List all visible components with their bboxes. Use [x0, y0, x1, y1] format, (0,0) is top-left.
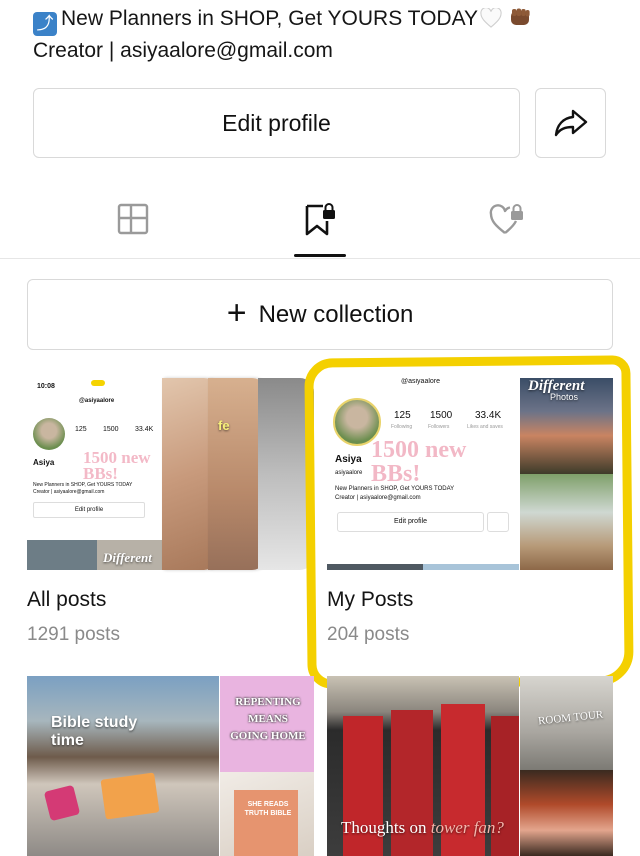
my-posts-thumb-profile: @asiyaalore 125 1500 33.4K Following Fol…	[327, 378, 519, 570]
preview-time: 10:08	[37, 383, 55, 390]
preview-following-label: Following	[391, 424, 413, 430]
collection-count: 1291 posts	[27, 624, 120, 645]
bio-line-1: ⤴ New Planners in SHOP, Get YOURS TODAY	[33, 4, 532, 36]
preview-followers: 1500	[103, 426, 119, 433]
collection-title: My Posts	[327, 588, 414, 611]
profile-tabs	[0, 180, 640, 259]
sushi-thumb	[520, 770, 613, 856]
preview-likes-label: Likes and saves	[467, 424, 503, 430]
photos-text: Photos	[550, 392, 579, 402]
preview-bio: New Planners in SHOP, Get YOURS TODAY	[33, 482, 133, 488]
bio-line-2: Creator | asiyaalore@gmail.com	[33, 39, 333, 62]
return-arrow-icon: ⤴	[33, 12, 57, 36]
tab-likes[interactable]	[447, 180, 567, 258]
bible-study-text: Bible study time	[51, 714, 138, 749]
preview-different-text: Different	[103, 550, 152, 565]
repenting-text: REPENTING MEANS GOING HOME	[230, 696, 306, 742]
profile-bio: ⤴ New Planners in SHOP, Get YOURS TODAY C…	[33, 4, 532, 65]
preview-creator: Creator | asiyaalore@gmail.com	[335, 495, 421, 501]
preview-following: 125	[75, 426, 87, 433]
edit-profile-button[interactable]: Edit profile	[33, 88, 520, 158]
preview-handle: @asiyaalore	[79, 398, 115, 404]
all-posts-thumb-profile: 10:08 @asiyaalore 125 1500 33.4K Asiya 1…	[27, 378, 172, 570]
collection-title: All posts	[27, 588, 107, 611]
preview-bio: New Planners in SHOP, Get YOURS TODAY	[335, 486, 455, 492]
preview-edit-button: Edit profile	[337, 512, 484, 532]
room-tour-thumb: ROOM TOUR	[520, 676, 613, 770]
share-profile-button[interactable]	[535, 88, 606, 158]
white-heart-icon	[480, 8, 502, 28]
active-tab-indicator	[294, 254, 346, 257]
all-posts-thumb-box	[258, 378, 314, 570]
she-reads-text: SHE READS TRUTH BIBLE	[244, 801, 292, 817]
tab-collections[interactable]	[260, 180, 380, 258]
preview-overlay: 1500 new BBs!	[83, 448, 151, 483]
fist-icon	[511, 8, 530, 25]
bible-study-thumb: Bible study time	[27, 676, 219, 856]
preview-name: Asiya	[335, 454, 362, 465]
preview-handle: @asiyaalore	[401, 378, 441, 385]
preview-edit-button: Edit profile	[33, 502, 145, 518]
new-collection-label: New collection	[258, 300, 414, 328]
my-posts-thumb-sunset: Different Photos	[520, 378, 613, 474]
my-posts-thumb-food	[520, 474, 613, 570]
preview-likes: 33.4K	[135, 426, 154, 433]
collection-count: 204 posts	[327, 624, 410, 645]
preview-name: Asiya	[33, 458, 55, 467]
bio-text: New Planners in SHOP, Get YOURS TODAY	[61, 7, 479, 30]
preview-following: 125	[394, 410, 411, 421]
plus-icon: +	[226, 293, 247, 332]
grid-icon	[117, 203, 149, 235]
tab-posts-grid[interactable]	[73, 180, 193, 258]
room-tour-text: ROOM TOUR	[537, 708, 604, 728]
she-reads-thumb: SHE READS TRUTH BIBLE	[220, 772, 314, 856]
tower-fan-thumb: Thoughts on tower fan?	[327, 676, 519, 856]
thoughts-text: Thoughts on	[341, 818, 427, 837]
bookmark-lock-icon	[305, 203, 335, 236]
preview-subhandle: asiyaalore	[335, 470, 363, 476]
preview-avatar	[33, 418, 65, 450]
preview-creator: Creator | asiyaalore@gmail.com	[33, 489, 105, 495]
new-collection-button[interactable]: + New collection	[27, 279, 613, 350]
tower-fan-text: tower fan?	[430, 818, 504, 837]
heart-lock-icon	[489, 204, 523, 234]
preview-overlay: 1500 new BBs!	[371, 437, 467, 487]
share-icon	[554, 109, 587, 137]
preview-likes: 33.4K	[475, 410, 502, 421]
repenting-thumb: REPENTING MEANS GOING HOME	[220, 676, 314, 772]
preview-followers: 1500	[430, 410, 453, 421]
preview-followers-label: Followers	[428, 424, 450, 430]
